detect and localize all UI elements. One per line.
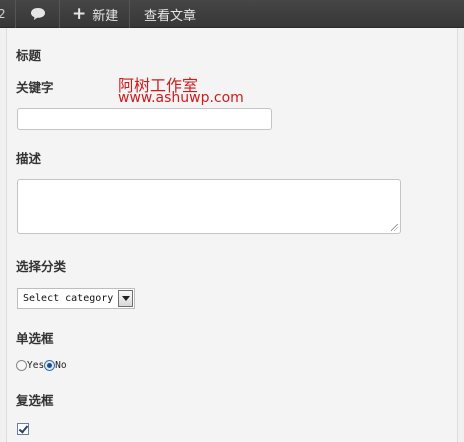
watermark-url: www.ashuwp.com <box>118 90 244 106</box>
updates-count[interactable]: 2 <box>0 0 16 28</box>
new-content-button[interactable]: + 新建 <box>60 0 130 28</box>
updates-count-text: 2 <box>0 7 6 21</box>
checkbox-input[interactable] <box>17 423 29 435</box>
keywords-label: 关键字 <box>16 80 54 95</box>
radio-no-label: No <box>55 360 67 371</box>
radio-yes[interactable] <box>16 360 27 371</box>
radio-no[interactable] <box>44 360 56 371</box>
comment-icon <box>30 8 45 20</box>
view-post-link[interactable]: 查看文章 <box>130 0 220 28</box>
radio-group: Yes No <box>16 360 67 371</box>
description-textarea[interactable] <box>17 179 401 234</box>
radio-label: 单选框 <box>16 331 54 346</box>
view-post-label: 查看文章 <box>144 8 197 24</box>
checkbox-label: 复选框 <box>16 393 54 408</box>
new-content-label: 新建 <box>92 8 119 24</box>
admin-bar: 2 + 新建 查看文章 <box>0 0 464 28</box>
category-label: 选择分类 <box>16 259 67 274</box>
category-selected-value: Select category <box>23 293 114 304</box>
chevron-down-icon[interactable] <box>118 290 133 307</box>
title-label: 标题 <box>16 48 42 63</box>
comments-button[interactable] <box>16 0 60 28</box>
description-label: 描述 <box>16 151 42 166</box>
plus-icon: + <box>72 3 87 24</box>
radio-yes-label: Yes <box>27 360 45 371</box>
category-select[interactable]: Select category <box>17 288 135 309</box>
keywords-input[interactable] <box>17 108 272 130</box>
resize-handle-icon[interactable] <box>391 224 398 231</box>
